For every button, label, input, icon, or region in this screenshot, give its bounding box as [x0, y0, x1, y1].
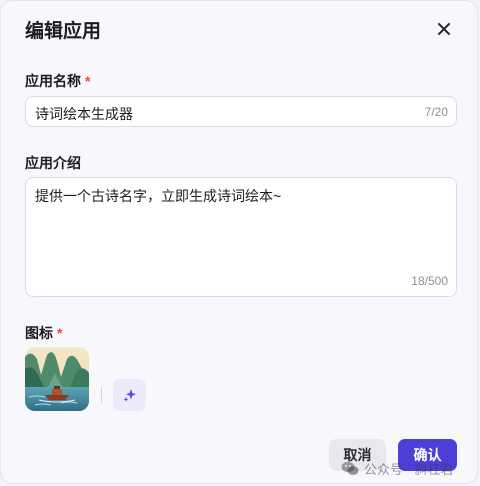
app-description-textarea[interactable]: 提供一个古诗名字，立即生成诗词绘本~ 18/500 [25, 177, 457, 297]
icon-label-text: 图标 [25, 325, 53, 341]
app-icon-image[interactable] [25, 347, 89, 411]
close-button[interactable] [433, 18, 455, 40]
app-description-value: 提供一个古诗名字，立即生成诗词绘本~ [35, 188, 282, 204]
ai-generate-icon-button[interactable] [113, 379, 146, 411]
app-name-input[interactable]: 诗词绘本生成器 7/20 [25, 96, 457, 127]
app-description-counter: 18/500 [411, 274, 448, 288]
dialog-title: 编辑应用 [25, 21, 102, 42]
app-name-counter: 7/20 [424, 105, 448, 119]
icon-field-label: 图标 * [25, 323, 62, 343]
required-mark: * [57, 325, 63, 341]
required-mark: * [85, 73, 91, 89]
wechat-icon [341, 461, 359, 475]
close-icon [438, 23, 450, 35]
description-field-label: 应用介绍 [25, 155, 81, 171]
watermark: 公众号 · 斜杠君 [341, 459, 454, 478]
landscape-boat-picture [25, 347, 89, 411]
edit-app-dialog: 编辑应用 应用名称 * 诗词绘本生成器 7/20 应用介绍 提供一个古诗名字，立即… [0, 0, 478, 484]
sparkle-icon [123, 389, 136, 402]
app-name-value: 诗词绘本生成器 [35, 106, 133, 122]
name-label-text: 应用名称 [25, 73, 81, 89]
icon-divider [101, 387, 102, 403]
watermark-text: 公众号 · 斜杠君 [364, 462, 454, 477]
name-field-label: 应用名称 * [25, 71, 90, 91]
